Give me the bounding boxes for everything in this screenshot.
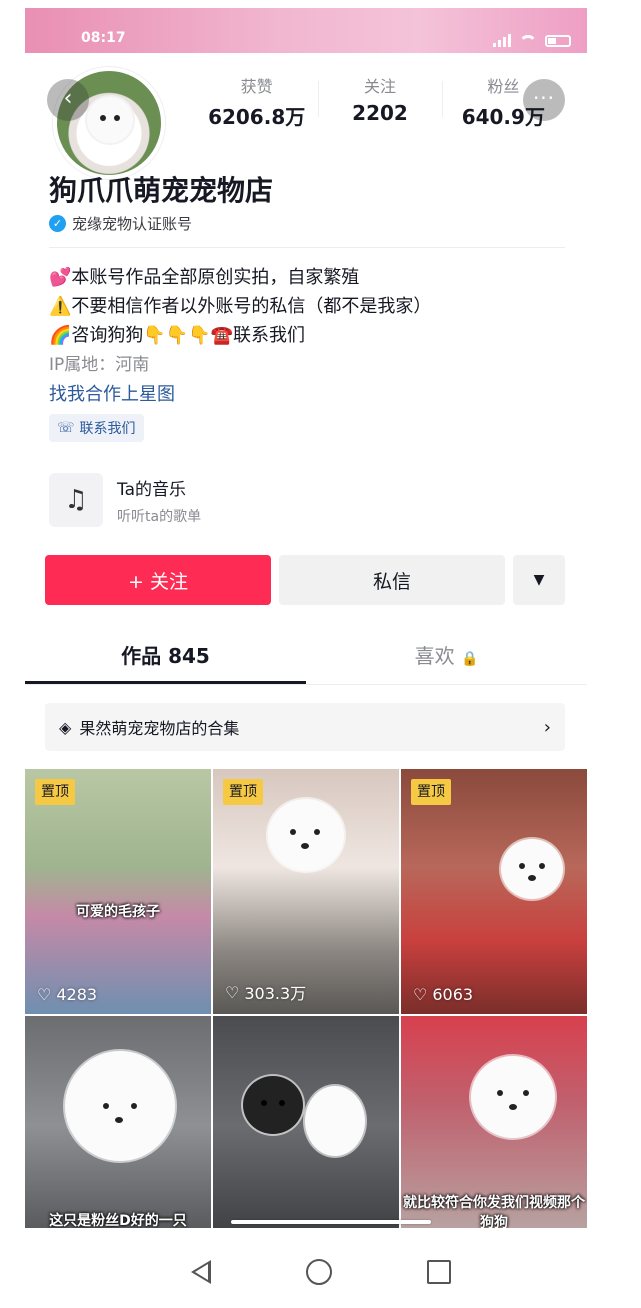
stat-following[interactable]: 关注 2202 <box>318 73 441 133</box>
stat-value: 640.9万 <box>461 105 545 129</box>
video-thumbnail[interactable]: 置顶 ♡ 303.3万 <box>213 769 399 1014</box>
puppy-image <box>268 799 344 871</box>
video-caption: 这只是粉丝D好的一只 <box>49 1213 187 1228</box>
wifi-icon <box>519 35 537 47</box>
pinned-badge: 置顶 <box>411 779 451 805</box>
divider <box>49 247 565 248</box>
heart-icon: ♡ <box>37 985 52 1004</box>
collection-label: 果然萌宠宠物店的合集 <box>79 719 240 738</box>
video-thumbnail[interactable]: 置顶 ♡ 6063 <box>401 769 587 1014</box>
like-count: ♡ 6063 <box>413 985 473 1004</box>
video-thumbnail[interactable]: 就比较符合你发我们视频那个狗狗 <box>401 1016 587 1228</box>
puppy-image <box>501 839 563 899</box>
action-buttons: + 关注 私信 ▼ <box>45 555 565 605</box>
status-time: 08:17 <box>81 30 126 46</box>
contact-us-label: 联系我们 <box>79 421 136 437</box>
recent-apps-square-icon[interactable] <box>426 1259 451 1284</box>
stat-label: 粉丝 <box>487 77 520 96</box>
music-subtitle: 听听ta的歌单 <box>117 508 202 525</box>
video-thumbnail[interactable]: 置顶 可爱的毛孩子 ♡ 4283 <box>25 769 211 1014</box>
home-circle-icon[interactable] <box>305 1258 332 1285</box>
bio-line: 💕本账号作品全部原创实拍，自家繁殖 <box>49 267 360 288</box>
layers-icon: ◈ <box>59 717 72 737</box>
tab-likes-label: 喜欢 <box>414 644 455 668</box>
stat-value: 6206.8万 <box>208 105 306 129</box>
ip-location: IP属地：河南 <box>49 355 150 375</box>
status-icons <box>493 34 571 47</box>
puppy-image <box>243 1076 303 1134</box>
signal-icon <box>493 34 511 47</box>
verified-badge-icon: ✓ <box>49 215 66 232</box>
like-count-value: 303.3万 <box>244 984 307 1003</box>
back-triangle-icon[interactable] <box>190 1259 211 1284</box>
phone-link-icon: ☏ <box>57 420 75 436</box>
lock-icon: 🔒 <box>460 651 479 667</box>
message-button[interactable]: 私信 <box>279 555 505 605</box>
puppy-image <box>305 1086 365 1156</box>
stat-likes[interactable]: 获赞 6206.8万 <box>195 73 318 133</box>
puppy-image <box>65 1051 175 1161</box>
battery-icon <box>545 35 571 47</box>
music-note-icon: ♫ <box>49 473 103 527</box>
chevron-right-icon: › <box>543 716 551 738</box>
like-count: ♡ 4283 <box>37 985 97 1004</box>
stat-followers[interactable]: 粉丝 640.9万 <box>441 73 565 133</box>
back-button[interactable]: ‹ <box>47 79 89 121</box>
pinned-badge: 置顶 <box>35 779 75 805</box>
expand-button[interactable]: ▼ <box>513 555 565 605</box>
profile-screen: 08:17 ‹ ··· 获赞 6206.8万 关注 2202 粉丝 640.9万… <box>25 8 587 1228</box>
collection-bar[interactable]: ◈ 果然萌宠宠物店的合集 › <box>45 703 565 751</box>
video-thumbnail[interactable] <box>213 1016 399 1228</box>
like-count-value: 6063 <box>432 985 474 1004</box>
system-navigation-bar <box>0 1235 641 1308</box>
video-grid: 置顶 可爱的毛孩子 ♡ 4283 置顶 ♡ 303.3万 置顶 ♡ 6063 这… <box>25 769 587 1228</box>
profile-card: ‹ ··· 获赞 6206.8万 关注 2202 粉丝 640.9万 狗爪爪萌宠… <box>25 53 587 1228</box>
profile-stats: 获赞 6206.8万 关注 2202 粉丝 640.9万 <box>195 73 565 133</box>
music-entry[interactable]: ♫ Ta的音乐 听听ta的歌单 <box>49 473 201 527</box>
contact-us-button[interactable]: ☏ 联系我们 <box>49 414 144 442</box>
profile-name: 狗爪爪萌宠宠物店 <box>49 174 274 207</box>
stat-label: 关注 <box>363 77 396 96</box>
like-count: ♡ 303.3万 <box>225 980 306 1004</box>
bio-section: 💕本账号作品全部原创实拍，自家繁殖 ⚠️不要相信作者以外账号的私信（都不是我家）… <box>49 263 569 442</box>
video-thumbnail[interactable]: 这只是粉丝D好的一只 <box>25 1016 211 1228</box>
triangle-down-icon: ▼ <box>533 572 545 588</box>
tab-works[interactable]: 作品 845 <box>25 631 306 684</box>
video-caption: 可爱的毛孩子 <box>76 904 160 920</box>
heart-icon: ♡ <box>413 985 428 1004</box>
stat-value: 2202 <box>352 101 408 125</box>
pinned-badge: 置顶 <box>223 779 263 805</box>
content-tabs: 作品 845 喜欢 🔒 <box>25 631 587 685</box>
bio-line: 🌈咨询狗狗👇👇👇☎️联系我们 <box>49 325 306 346</box>
like-count-value: 4283 <box>56 985 98 1004</box>
verification-text: 宠缘宠物认证账号 <box>72 215 193 233</box>
verification-row: ✓ 宠缘宠物认证账号 <box>49 213 192 234</box>
stat-label: 获赞 <box>240 77 273 96</box>
home-indicator[interactable] <box>231 1220 431 1224</box>
follow-button[interactable]: + 关注 <box>45 555 271 605</box>
puppy-image <box>471 1056 555 1138</box>
heart-icon: ♡ <box>225 982 240 1002</box>
bio-line: ⚠️不要相信作者以外账号的私信（都不是我家） <box>49 296 432 317</box>
tab-likes[interactable]: 喜欢 🔒 <box>306 631 587 684</box>
music-title: Ta的音乐 <box>117 479 186 500</box>
star-cooperation-link[interactable]: 找我合作上星图 <box>49 380 569 410</box>
